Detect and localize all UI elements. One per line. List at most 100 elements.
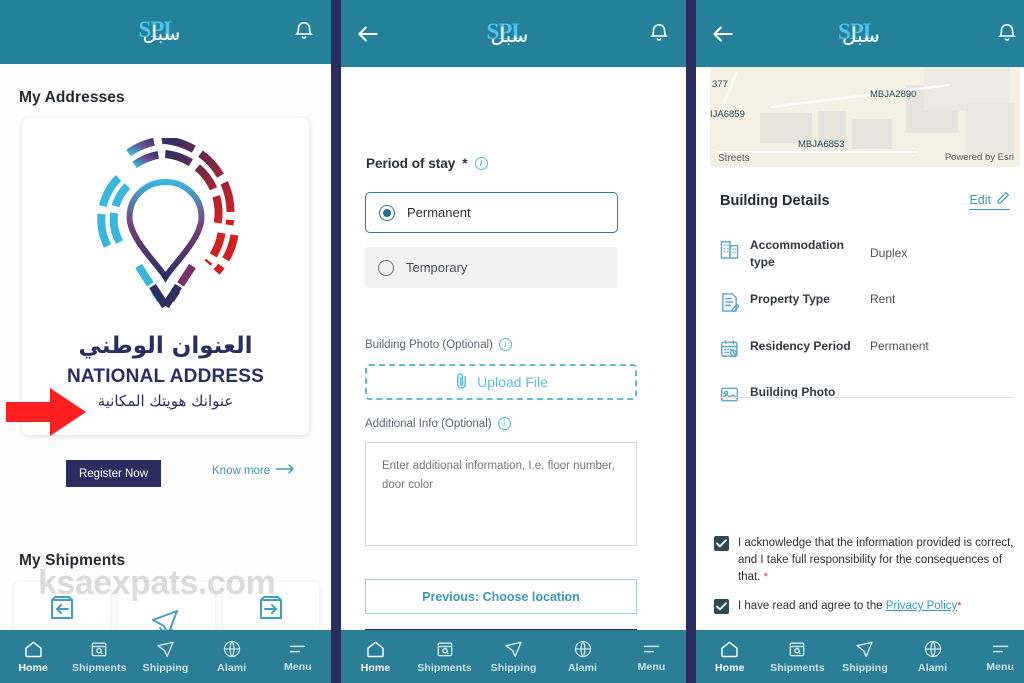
nav-shipping[interactable]: Shipping bbox=[479, 639, 548, 674]
nav-menu[interactable]: Menu bbox=[265, 640, 331, 673]
nav-shipments[interactable]: Shipments bbox=[410, 639, 479, 674]
nav-menu-alami-label: Alami bbox=[918, 662, 948, 674]
info-icon[interactable]: i bbox=[498, 338, 512, 351]
checkbox-privacy-policy[interactable] bbox=[714, 599, 729, 614]
nav-shipments[interactable]: Shipments bbox=[66, 639, 132, 674]
spl-logo: SPL سبل bbox=[830, 15, 900, 53]
nav-home-label: Home bbox=[715, 662, 745, 674]
nav-shipping-label: Shipping bbox=[142, 662, 189, 674]
privacy-policy-link[interactable]: Privacy Policy bbox=[886, 600, 958, 612]
app-header-panel1: SPL سبل bbox=[0, 0, 331, 64]
nav-home-label: Home bbox=[360, 662, 391, 674]
nav-home[interactable]: Home bbox=[696, 639, 764, 674]
consent-line-acknowledge: I acknowledge that the information provi… bbox=[714, 535, 1020, 586]
consent-acknowledge-body: I acknowledge that the information provi… bbox=[738, 537, 1014, 583]
consent-privacy-body: I have read and agree to the bbox=[738, 600, 883, 612]
period-required-mark: * bbox=[462, 156, 468, 171]
map-label-1: MBJA2890 bbox=[870, 89, 917, 100]
nav-alami[interactable]: Alami bbox=[548, 639, 617, 674]
edit-label: Edit bbox=[969, 192, 991, 207]
sent-package-icon bbox=[255, 592, 287, 629]
detail-name-accommodation-type: Accommodation type bbox=[750, 238, 845, 269]
pencil-icon bbox=[996, 191, 1010, 208]
nav-menu-label: Menu bbox=[637, 661, 666, 673]
spl-logo-arabic: سبل bbox=[490, 22, 529, 47]
building-details-list: Accommodation type Duplex Property Type … bbox=[720, 237, 1018, 429]
nav-menu-label: Menu bbox=[986, 661, 1015, 673]
location-map[interactable]: 377 MBJA2890 IJA6859 MBJA6853 Streets Po… bbox=[710, 67, 1020, 167]
national-address-arabic-title: العنوان الوطني bbox=[78, 333, 253, 359]
know-more-link[interactable]: Know more bbox=[212, 464, 296, 477]
detail-name-property-type: Property Type bbox=[750, 292, 830, 306]
period-of-stay-label: Period of stay * i bbox=[366, 156, 488, 171]
paperclip-icon bbox=[454, 372, 469, 392]
nav-shipping[interactable]: Shipping bbox=[831, 639, 899, 674]
info-icon[interactable]: i bbox=[474, 157, 488, 170]
nav-shipping-label: Shipping bbox=[490, 662, 537, 674]
nav-home[interactable]: Home bbox=[341, 639, 410, 674]
map-label-0: 377 bbox=[712, 79, 728, 90]
nav-menu[interactable]: Menu bbox=[617, 640, 686, 673]
bell-icon[interactable] bbox=[293, 19, 315, 45]
consent-acknowledge-text: I acknowledge that the information provi… bbox=[738, 535, 1020, 586]
info-icon[interactable]: i bbox=[497, 417, 511, 430]
my-addresses-title: My Addresses bbox=[19, 89, 125, 106]
radio-temporary-indicator bbox=[378, 259, 394, 276]
consent-privacy-required: * bbox=[957, 600, 962, 612]
consent-line-privacy: I have read and agree to the Privacy Pol… bbox=[714, 598, 1020, 615]
panel-review-and-confirm: SPL سبل 377 MBJA2890 IJA6859 MBJA6853 St… bbox=[696, 0, 1024, 683]
consent-acknowledge-required: * bbox=[763, 571, 768, 583]
radio-option-permanent[interactable]: Permanent bbox=[365, 192, 618, 233]
radio-temporary-label: Temporary bbox=[406, 260, 468, 275]
panel-home-my-addresses: SPL سبل My Addresses العنوان الوطني NATI… bbox=[0, 0, 331, 683]
edit-building-details-button[interactable]: Edit bbox=[969, 191, 1010, 210]
detail-value-accommodation-type: Duplex bbox=[870, 246, 908, 260]
previous-choose-location-button[interactable]: Previous: Choose location bbox=[365, 579, 637, 614]
radio-option-temporary[interactable]: Temporary bbox=[365, 247, 618, 288]
national-address-arabic-subtitle: عنوانك هويتك المكانية bbox=[97, 392, 234, 410]
panel-divider-2 bbox=[686, 0, 696, 683]
panel3-body: 377 MBJA2890 IJA6859 MBJA6853 Streets Po… bbox=[696, 67, 1024, 683]
nav-alami[interactable]: Alami bbox=[199, 639, 265, 674]
nav-home-label: Home bbox=[18, 662, 48, 674]
upload-file-dropzone[interactable]: Upload File bbox=[365, 364, 637, 400]
building-details-header: Building Details Edit bbox=[720, 191, 1010, 210]
additional-info-input[interactable] bbox=[365, 442, 637, 546]
nav-alami[interactable]: Alami bbox=[899, 639, 967, 674]
back-arrow-icon[interactable] bbox=[355, 21, 381, 47]
section-divider bbox=[720, 397, 1014, 398]
calendar-clock-icon bbox=[720, 338, 750, 364]
map-label-3: MBJA6853 bbox=[798, 139, 845, 150]
nav-shipments-label: Shipments bbox=[770, 662, 825, 674]
bell-icon[interactable] bbox=[996, 21, 1018, 47]
my-shipments-title: My Shipments bbox=[19, 552, 126, 569]
back-arrow-icon[interactable] bbox=[710, 21, 736, 47]
app-header-panel2: SPL سبل bbox=[341, 0, 686, 67]
nav-menu-alami-label: Alami bbox=[217, 662, 247, 674]
register-now-button[interactable]: Register Now bbox=[66, 460, 161, 487]
detail-row-accommodation-type: Accommodation type Duplex bbox=[720, 237, 1018, 271]
bell-icon[interactable] bbox=[648, 21, 670, 47]
checkbox-acknowledge[interactable] bbox=[714, 536, 729, 551]
map-label-2: IJA6859 bbox=[710, 109, 745, 120]
nav-shipments[interactable]: Shipments bbox=[764, 639, 832, 674]
bottom-nav-panel1: Home Shipments Shipping Alami Menu bbox=[0, 630, 331, 683]
national-address-english-title: NATIONAL ADDRESS bbox=[66, 366, 265, 387]
incoming-package-icon bbox=[46, 592, 78, 629]
nav-shipments-label: Shipments bbox=[72, 662, 127, 674]
nav-home[interactable]: Home bbox=[0, 639, 66, 674]
arrow-right-icon bbox=[275, 464, 296, 477]
spl-logo-arabic: سبل bbox=[142, 21, 181, 45]
building-photo-text: Building Photo (Optional) bbox=[365, 338, 493, 351]
additional-info-label: Additional Info (Optional) i bbox=[365, 417, 511, 430]
panel2-body: Period of stay * i Permanent Temporary B… bbox=[341, 67, 686, 683]
nav-menu[interactable]: Menu bbox=[966, 640, 1024, 673]
upload-file-label: Upload File bbox=[477, 374, 548, 390]
map-basemap-label[interactable]: Streets bbox=[718, 153, 750, 164]
bottom-nav-panel2: Home Shipments Shipping Alami Menu bbox=[341, 630, 686, 683]
detail-row-property-type: Property Type Rent bbox=[720, 291, 1018, 318]
building-photo-label: Building Photo (Optional) i bbox=[365, 338, 512, 351]
nav-shipping[interactable]: Shipping bbox=[132, 639, 198, 674]
building-icon bbox=[720, 237, 750, 264]
consent-privacy-text: I have read and agree to the Privacy Pol… bbox=[738, 598, 962, 615]
